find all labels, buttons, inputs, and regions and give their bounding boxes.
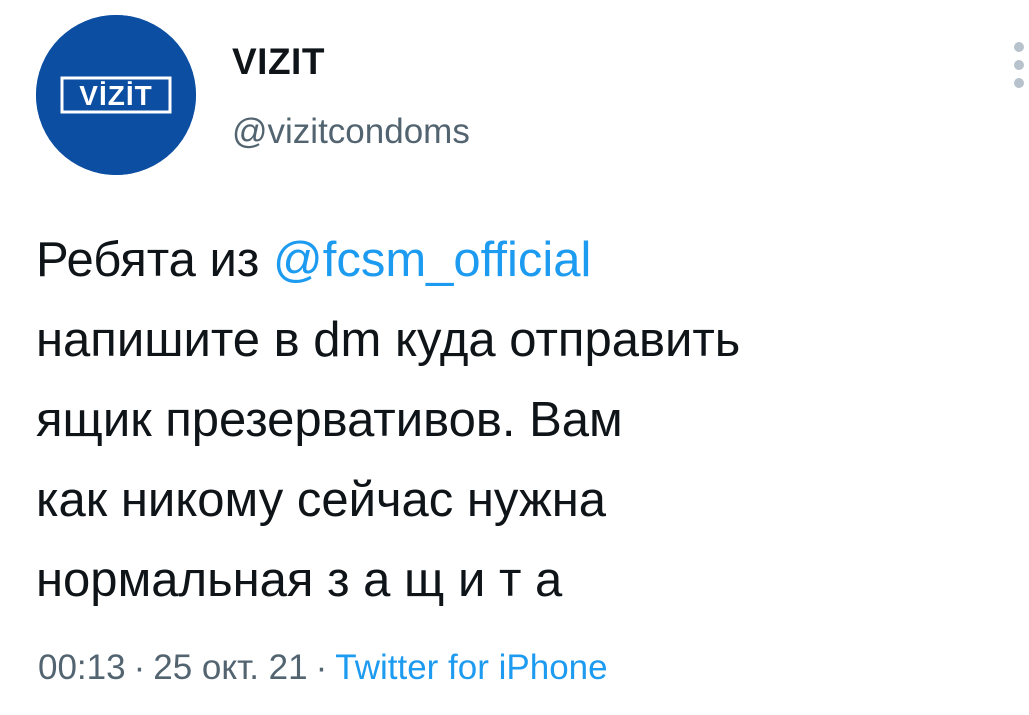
mention-link[interactable]: @fcsm_official xyxy=(273,233,591,287)
tweet-line-3: ящик презервативов. Вам xyxy=(36,393,623,447)
tweet-source-link[interactable]: Twitter for iPhone xyxy=(335,648,607,687)
tweet-line-4: как никому сейчас нужна xyxy=(36,473,607,527)
tweet-line-2: напишите в dm куда отправить xyxy=(36,313,741,367)
tweet-card: VİZİT VIZIT @vizitcondoms Ребята из @fcs… xyxy=(0,0,1029,715)
tweet-line-1: Ребята из @fcsm_official xyxy=(36,220,1026,300)
avatar-logo-text: VİZİT xyxy=(79,80,152,111)
meta-separator: · xyxy=(133,648,146,687)
tweet-line-5: нормальная з а щ и т а xyxy=(36,553,563,607)
author-display-name[interactable]: VIZIT xyxy=(232,40,325,84)
tweet-time[interactable]: 00:13 xyxy=(38,648,126,687)
more-vertical-icon[interactable] xyxy=(1006,40,1028,90)
author-handle[interactable]: @vizitcondoms xyxy=(232,110,470,154)
tweet-text: Ребята из @fcsm_official напишите в dm к… xyxy=(36,220,1026,620)
vizit-logo-icon: VİZİT xyxy=(36,15,196,175)
tweet-date[interactable]: 25 окт. 21 xyxy=(153,648,307,687)
tweet-text-prefix: Ребята из xyxy=(36,233,273,287)
avatar[interactable]: VİZİT xyxy=(36,15,196,175)
meta-separator: · xyxy=(315,648,328,687)
tweet-meta: 00:13 · 25 окт. 21 · Twitter for iPhone xyxy=(38,646,608,690)
